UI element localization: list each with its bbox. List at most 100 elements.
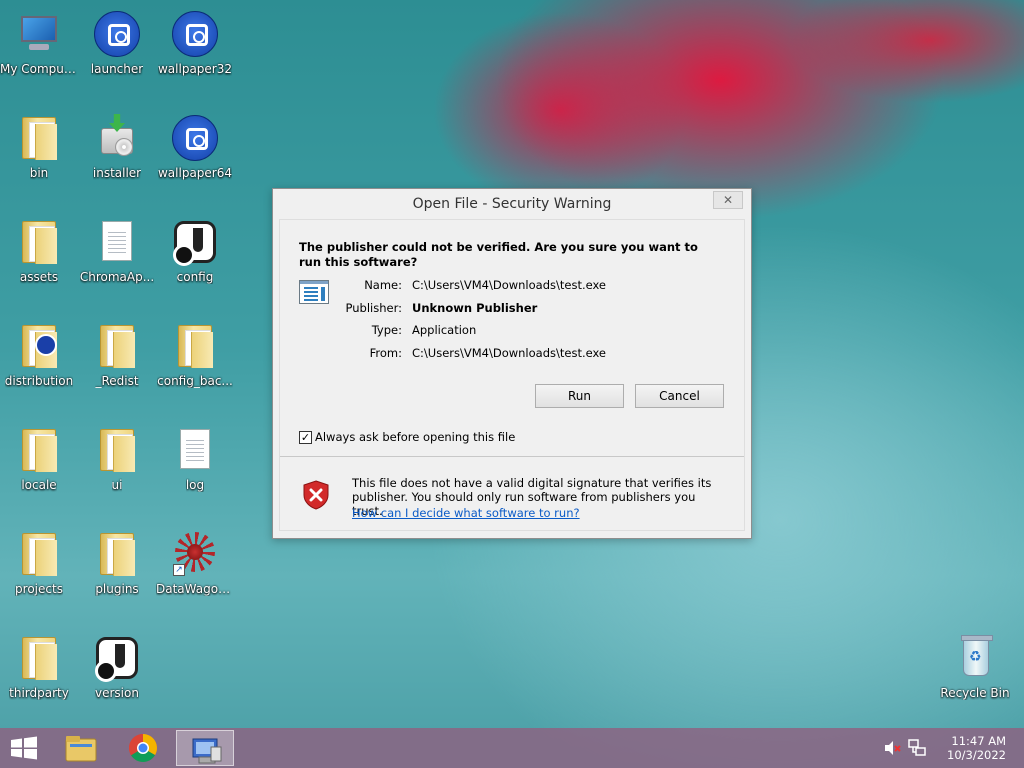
folder-icon	[15, 426, 63, 474]
desktop-icon-assets[interactable]: assets	[0, 212, 78, 308]
desktop-icon-label: plugins	[95, 582, 139, 596]
desktop-icon-label: log	[185, 478, 205, 492]
desktop-icon-chromaap[interactable]: ChromaAp...	[78, 212, 156, 308]
folder-icon	[15, 114, 63, 162]
desktop-icon-ui[interactable]: ui	[78, 420, 156, 516]
recycle-bin-icon	[951, 634, 999, 682]
desktop-icon-distribution[interactable]: distribution	[0, 316, 78, 412]
desktop-icon-label: projects	[15, 582, 63, 596]
type-value: Application	[412, 323, 477, 337]
desktop-icon-launcher[interactable]: launcher	[78, 4, 156, 100]
dialog-divider	[280, 456, 744, 457]
j-app-icon	[93, 634, 141, 682]
speaker-muted-icon[interactable]	[884, 740, 902, 756]
folder-icon	[93, 322, 141, 370]
shield-warning-icon	[303, 480, 329, 510]
type-label: Type:	[371, 323, 402, 337]
desktop-icon-label: thirdparty	[9, 686, 69, 700]
dialog-content: The publisher could not be verified. Are…	[279, 219, 745, 531]
dialog-title: Open File - Security Warning	[412, 196, 612, 212]
file-explorer-icon	[65, 736, 97, 762]
folder-icon	[15, 634, 63, 682]
taskbar: 11:47 AM 10/3/2022	[0, 728, 1024, 768]
desktop-icon-label: My Computer	[0, 62, 78, 76]
desktop-icon-installer[interactable]: installer	[78, 108, 156, 204]
publisher-row: Publisher: Unknown Publisher	[299, 301, 538, 315]
warning-headline: The publisher could not be verified. Are…	[299, 240, 698, 269]
checkbox-check-icon[interactable]: ✓	[299, 430, 312, 444]
setup-program-icon	[192, 738, 222, 764]
document-icon	[171, 426, 219, 474]
desktop-icon-label: Recycle Bin	[940, 686, 1010, 700]
taskbar-file-explorer[interactable]	[52, 730, 110, 766]
desktop-icon-recycle-bin[interactable]: Recycle Bin	[936, 628, 1014, 724]
type-row: Type: Application	[299, 323, 477, 337]
desktop-icon-plugins[interactable]: plugins	[78, 524, 156, 620]
desktop-icon-label: config	[176, 270, 214, 284]
taskbar-chrome[interactable]	[114, 730, 172, 766]
desktop-icon-label: distribution	[4, 374, 74, 388]
run-button[interactable]: Run	[535, 384, 624, 408]
publisher-label: Publisher:	[345, 301, 402, 315]
desktop-icon-label: wallpaper32	[157, 62, 232, 76]
folder-icon	[15, 218, 63, 266]
publisher-value: Unknown Publisher	[412, 301, 538, 315]
desktop-icon-label: locale	[21, 478, 57, 492]
cancel-button[interactable]: Cancel	[635, 384, 724, 408]
desktop-icon-my-computer[interactable]: My Computer	[0, 4, 78, 100]
desktop-icon-label: ui	[111, 478, 123, 492]
dialog-title-bar[interactable]: Open File - Security Warning ✕	[273, 189, 751, 219]
desktop-icon-label: assets	[19, 270, 59, 284]
installer-icon	[93, 114, 141, 162]
always-ask-checkbox[interactable]: ✓ Always ask before opening this file	[299, 430, 515, 444]
clock[interactable]: 11:47 AM 10/3/2022	[947, 734, 1006, 762]
chrome-icon	[129, 734, 157, 762]
desktop-icon-label: version	[95, 686, 139, 700]
windows-start-icon[interactable]	[8, 736, 40, 760]
document-icon	[93, 218, 141, 266]
from-label: From:	[369, 346, 402, 360]
shortcut-arrow-icon: ↗	[173, 564, 185, 576]
taskbar-installer-active[interactable]	[176, 730, 234, 766]
datawagon-icon: ↗	[171, 530, 219, 578]
close-button[interactable]: ✕	[713, 191, 743, 209]
security-warning-dialog: Open File - Security Warning ✕ The publi…	[272, 188, 752, 539]
desktop-icon-config-backup[interactable]: config_bac...	[156, 316, 234, 412]
desktop-icon-thirdparty[interactable]: thirdparty	[0, 628, 78, 724]
decide-software-link[interactable]: How can I decide what software to run?	[352, 506, 580, 520]
desktop-icon-label: config_bac...	[157, 374, 233, 388]
folder-icon	[93, 530, 141, 578]
desktop-icon-wallpaper64[interactable]: wallpaper64	[156, 108, 234, 204]
folder-icon	[15, 322, 63, 370]
desktop-icon-label: ChromaAp...	[79, 270, 155, 284]
desktop-icon-label: wallpaper64	[157, 166, 232, 180]
desktop-icon-datawagon[interactable]: ↗ DataWagon...	[156, 524, 234, 620]
clock-time: 11:47 AM	[951, 734, 1006, 748]
desktop-icon-version[interactable]: version	[78, 628, 156, 724]
app-gear-icon	[93, 10, 141, 58]
desktop-icon-label: DataWagon...	[156, 582, 234, 596]
desktop-icon-wallpaper32[interactable]: wallpaper32	[156, 4, 234, 100]
network-icon[interactable]	[908, 739, 926, 757]
computer-icon	[15, 10, 63, 58]
clock-date: 10/3/2022	[947, 748, 1006, 762]
desktop-icon-label: installer	[92, 166, 142, 180]
name-label: Name:	[364, 278, 402, 292]
folder-icon	[171, 322, 219, 370]
system-tray: 11:47 AM 10/3/2022	[884, 728, 1024, 768]
from-value: C:\Users\VM4\Downloads\test.exe	[412, 346, 607, 360]
checkbox-label[interactable]: Always ask before opening this file	[315, 430, 515, 444]
desktop-icon-redist[interactable]: _Redist	[78, 316, 156, 412]
j-app-icon	[171, 218, 219, 266]
app-gear-icon	[171, 114, 219, 162]
desktop-icon-projects[interactable]: projects	[0, 524, 78, 620]
app-gear-icon	[171, 10, 219, 58]
desktop-icon-locale[interactable]: locale	[0, 420, 78, 516]
desktop-icon-log[interactable]: log	[156, 420, 234, 516]
name-value: C:\Users\VM4\Downloads\test.exe	[412, 278, 607, 292]
desktop-icon-label: launcher	[90, 62, 144, 76]
desktop-icon-bin[interactable]: bin	[0, 108, 78, 204]
folder-icon	[93, 426, 141, 474]
desktop-icon-config[interactable]: config	[156, 212, 234, 308]
desktop-icon-label: _Redist	[95, 374, 139, 388]
